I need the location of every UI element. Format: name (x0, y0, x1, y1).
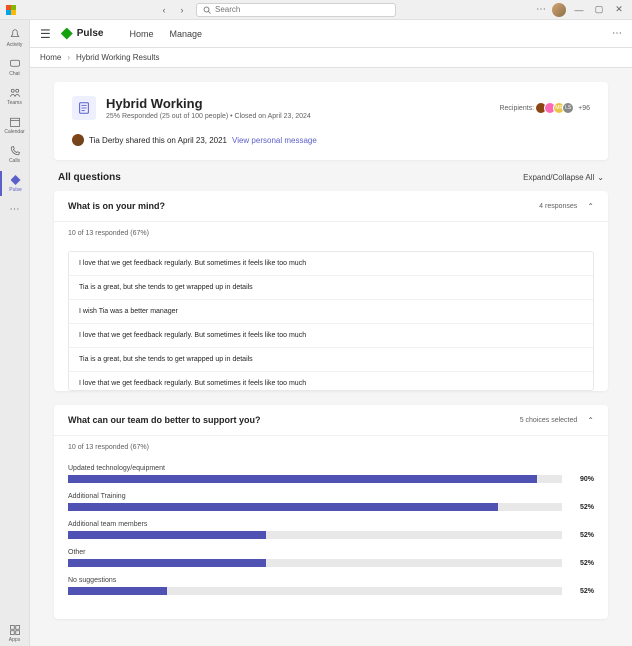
search-icon (203, 6, 211, 14)
bar-track (68, 475, 562, 483)
bar-value: 52% (570, 560, 594, 567)
bar-label: Other (68, 549, 594, 556)
rail-chat[interactable]: Chat (1, 55, 29, 80)
pulse-icon (61, 28, 73, 40)
bar-fill (68, 559, 266, 567)
text-responses-list[interactable]: I love that we get feedback regularly. B… (68, 251, 594, 391)
rail-calendar[interactable]: Calendar (1, 113, 29, 138)
ms-logo (6, 5, 16, 15)
response-item: Tia is a great, but she tends to get wra… (69, 348, 593, 372)
bar-track (68, 503, 562, 511)
bar-row: Other 52% (68, 549, 594, 567)
bar-fill (68, 531, 266, 539)
bar-label: No suggestions (68, 577, 594, 584)
response-count: 10 of 13 responded (67%) (54, 222, 608, 245)
nav-home[interactable]: Home (129, 29, 153, 39)
rail-apps[interactable]: Apps (1, 621, 29, 646)
nav-manage[interactable]: Manage (169, 29, 202, 39)
question-card-1: What is on your mind? 4 responses ⌃ 10 o… (54, 191, 608, 391)
bar-chart: Updated technology/equipment 90% Additio… (54, 459, 608, 619)
history-nav: ‹ › (156, 2, 190, 18)
response-item: Tia is a great, but she tends to get wra… (69, 276, 593, 300)
recipients-more: +96 (578, 105, 590, 112)
bar-label: Additional Training (68, 493, 594, 500)
close-button[interactable]: ✕ (612, 3, 626, 17)
app-header: ☰ Pulse Home Manage ⋯ (30, 20, 632, 48)
chevron-right-icon: › (67, 53, 70, 62)
question-title: What can our team do better to support y… (68, 415, 261, 425)
question-meta: 4 responses (539, 203, 577, 210)
bar-row: No suggestions 52% (68, 577, 594, 595)
bar-fill (68, 587, 167, 595)
bar-value: 90% (570, 476, 594, 483)
app-brand-label: Pulse (77, 28, 104, 39)
share-row: Tia Derby shared this on April 23, 2021 … (54, 134, 608, 160)
rail-calls[interactable]: Calls (1, 142, 29, 167)
bar-fill (68, 503, 498, 511)
titlebar-more[interactable]: ⋯ (536, 4, 546, 15)
chevron-down-icon: ⌄ (597, 173, 604, 182)
response-item: I wish Tia was a better manager (69, 300, 593, 324)
collapse-button[interactable]: ⌃ (587, 416, 594, 425)
bar-track (68, 587, 562, 595)
survey-meta: 25% Responded (25 out of 100 people) • C… (106, 113, 311, 120)
user-avatar[interactable] (552, 3, 566, 17)
bar-row: Updated technology/equipment 90% (68, 465, 594, 483)
app-nav: Home Manage (129, 29, 202, 39)
question-card-2: What can our team do better to support y… (54, 405, 608, 619)
view-message-link[interactable]: View personal message (232, 136, 317, 145)
app-header-more[interactable]: ⋯ (612, 28, 622, 39)
bar-value: 52% (570, 504, 594, 511)
survey-title: Hybrid Working (106, 96, 311, 111)
forward-button[interactable]: › (174, 2, 190, 18)
app-brand: Pulse (61, 28, 104, 40)
hamburger-menu[interactable]: ☰ (40, 27, 51, 41)
rail-pulse[interactable]: Pulse (0, 171, 28, 196)
bar-row: Additional team members 52% (68, 521, 594, 539)
response-count: 10 of 13 responded (67%) (54, 436, 608, 459)
back-button[interactable]: ‹ (156, 2, 172, 18)
app-rail: Activity Chat Teams Calendar Calls Pulse… (0, 20, 30, 646)
bar-label: Updated technology/equipment (68, 465, 594, 472)
avatar: LS (562, 102, 574, 114)
titlebar: ‹ › ⋯ — ▢ ✕ (0, 0, 632, 20)
breadcrumb: Home › Hybrid Working Results (30, 48, 632, 68)
recipients-avatars[interactable]: MR LS (538, 102, 574, 114)
bar-value: 52% (570, 588, 594, 595)
maximize-button[interactable]: ▢ (592, 3, 606, 17)
question-meta: 5 choices selected (520, 417, 578, 424)
survey-summary-card: Hybrid Working 25% Responded (25 out of … (54, 82, 608, 160)
breadcrumb-home[interactable]: Home (40, 53, 61, 62)
share-text: Tia Derby shared this on April 23, 2021 (89, 136, 227, 145)
response-item: I love that we get feedback regularly. B… (69, 372, 593, 391)
response-item: I love that we get feedback regularly. B… (69, 252, 593, 276)
collapse-button[interactable]: ⌃ (587, 202, 594, 211)
breadcrumb-current[interactable]: Hybrid Working Results (76, 53, 159, 62)
sharer-avatar (72, 134, 84, 146)
rail-teams[interactable]: Teams (1, 84, 29, 109)
bar-track (68, 531, 562, 539)
survey-icon (72, 96, 96, 120)
bar-label: Additional team members (68, 521, 594, 528)
bar-track (68, 559, 562, 567)
minimize-button[interactable]: — (572, 3, 586, 17)
rail-activity[interactable]: Activity (1, 26, 29, 51)
search-input[interactable] (215, 5, 389, 14)
section-all-questions: All questions (58, 172, 121, 183)
response-item: I love that we get feedback regularly. B… (69, 324, 593, 348)
bar-value: 52% (570, 532, 594, 539)
bar-row: Additional Training 52% (68, 493, 594, 511)
recipients-label: Recipients: (499, 105, 534, 112)
expand-collapse-all[interactable]: Expand/Collapse All ⌄ (523, 173, 604, 182)
bar-fill (68, 475, 537, 483)
rail-more[interactable]: ⋯ (1, 200, 29, 218)
question-title: What is on your mind? (68, 201, 165, 211)
search-box[interactable] (196, 3, 396, 17)
